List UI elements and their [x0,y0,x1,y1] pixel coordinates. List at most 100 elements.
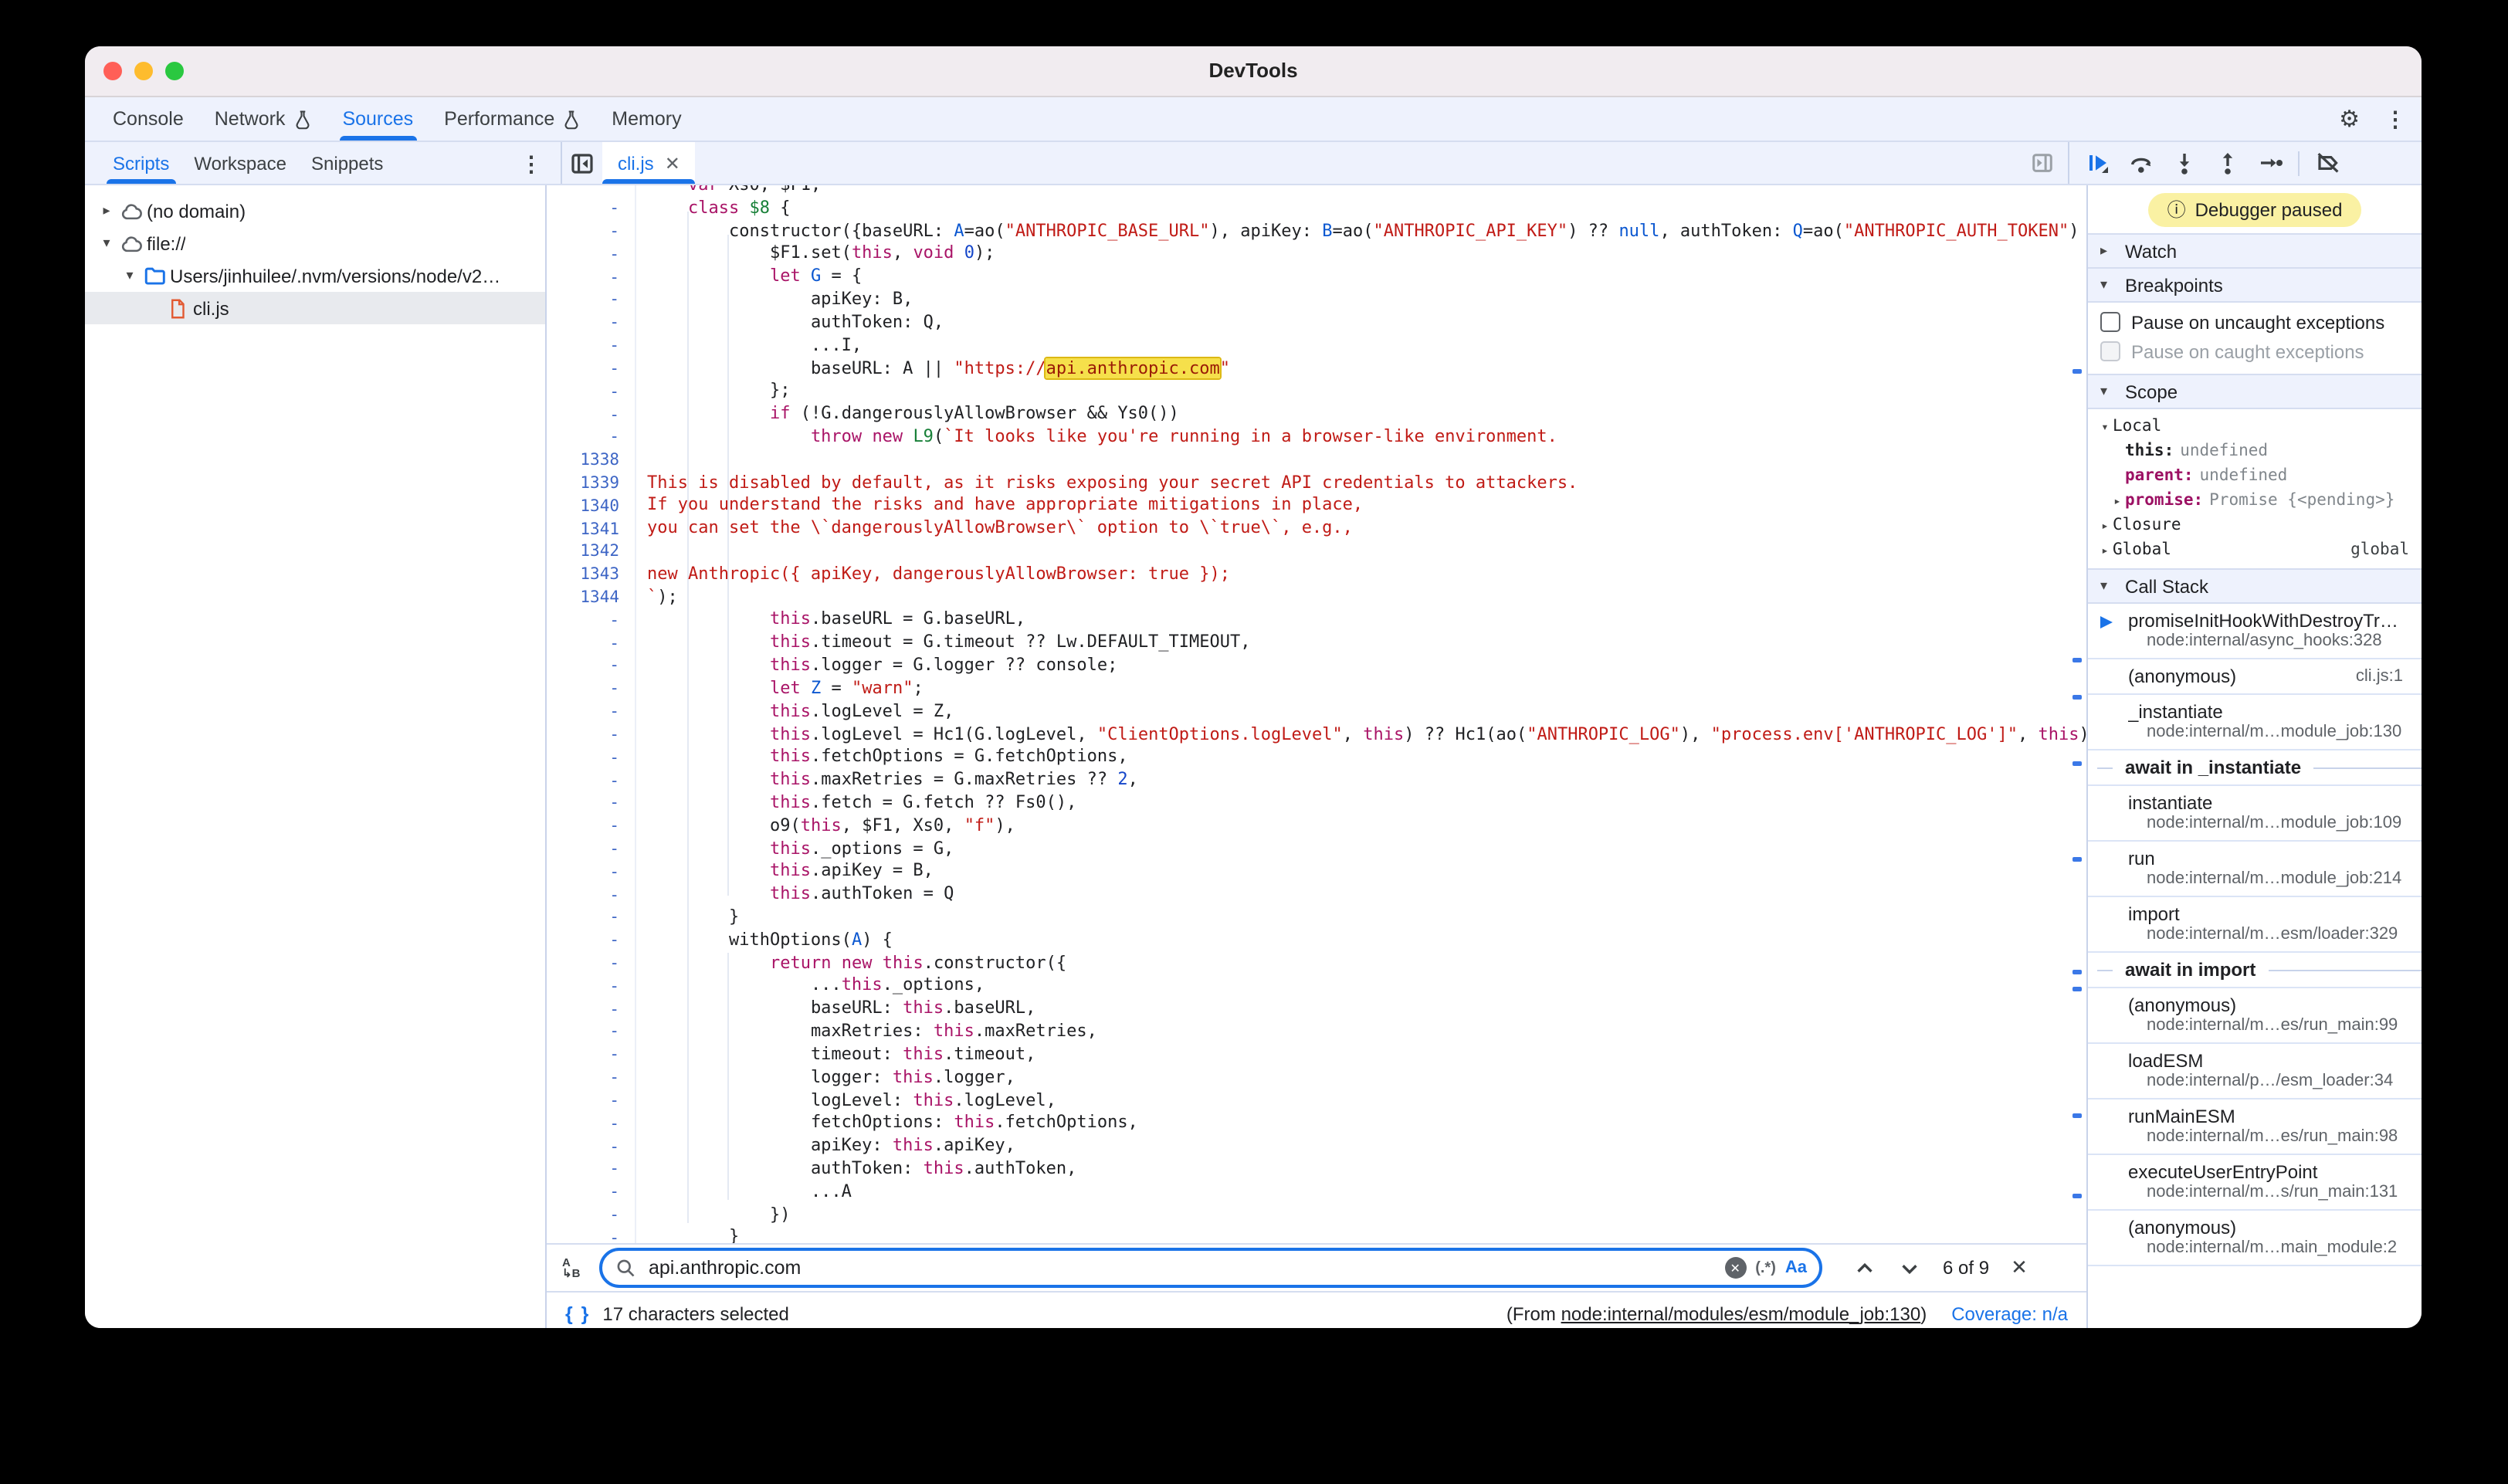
navigator-tab-snippets[interactable]: Snippets [299,142,395,184]
code-line[interactable]: - maxRetries: this.maxRetries, [547,1021,2086,1044]
section-breakpoints[interactable]: ▾ Breakpoints [2088,269,2422,303]
gutter-line-number[interactable]: - [547,861,636,884]
call-stack-frame[interactable]: runnode:internal/m…module_job:214 [2088,842,2422,897]
tree-disclosure-icon[interactable]: ▾ [120,267,139,284]
search-input[interactable] [646,1255,1715,1280]
code-line[interactable]: - this.timeout = G.timeout ?? Lw.DEFAULT… [547,632,2086,656]
code-line[interactable]: - ...A [547,1181,2086,1204]
gutter-line-number[interactable]: - [547,975,636,998]
section-scope[interactable]: ▾ Scope [2088,375,2422,409]
code-line[interactable]: - apiKey: this.apiKey, [547,1135,2086,1158]
gutter-line-number[interactable]: - [547,930,636,953]
code-line[interactable]: - this.baseURL = G.baseURL, [547,609,2086,632]
gutter-line-number[interactable]: - [547,655,636,678]
gutter-line-number[interactable]: - [547,1158,636,1181]
tree-item-file-[interactable]: ▾file:// [85,227,545,259]
main-tab-sources[interactable]: Sources [327,97,429,141]
search-match-marker[interactable] [2072,695,2082,699]
search-match-marker[interactable] [2072,857,2082,861]
gutter-line-number[interactable]: 1343 [547,564,636,587]
navigator-tab-scripts[interactable]: Scripts [100,142,181,184]
code-line[interactable]: - ...this._options, [547,975,2086,998]
tree-item-users-jinhuilee-nvm-versions-node-v2-[interactable]: ▾Users/jinhuilee/.nvm/versions/node/v2… [85,259,545,292]
gutter-line-number[interactable]: - [547,1113,636,1136]
code-line[interactable]: - this._options = G, [547,838,2086,861]
code-line[interactable]: - if (!G.dangerouslyAllowBrowser && Ys0(… [547,403,2086,426]
code-line[interactable]: - return new this.constructor({ [547,952,2086,975]
code-line[interactable]: - $F1.set(this, void 0); [547,243,2086,266]
code-line[interactable]: - this.apiKey = B, [547,861,2086,884]
code-line[interactable]: - fetchOptions: this.fetchOptions, [547,1113,2086,1136]
scope-global[interactable]: ▸Global global [2088,537,2422,562]
gutter-line-number[interactable]: - [547,1204,636,1227]
search-match-marker[interactable] [2072,1194,2082,1198]
main-menu-kebab-icon[interactable]: ⋮ [2384,108,2406,130]
code-line[interactable]: - this.maxRetries = G.maxRetries ?? 2, [547,769,2086,792]
editor-tab-clijs[interactable]: cli.js ✕ [602,142,696,184]
gutter-line-number[interactable]: - [547,998,636,1022]
code-line[interactable]: - this.logLevel = Hc1(G.logLevel, "Clien… [547,723,2086,747]
gutter-line-number[interactable]: - [547,723,636,747]
code-line[interactable]: 1343new Anthropic({ apiKey, dangerouslyA… [547,564,2086,587]
gutter-line-number[interactable]: - [547,906,636,930]
call-stack-frame[interactable]: (anonymous)cli.js:1 [2088,659,2422,695]
clear-search-icon[interactable]: ✕ [1724,1257,1746,1279]
settings-gear-icon[interactable]: ⚙ [2339,107,2360,130]
main-tab-performance[interactable]: Performance [429,97,596,141]
code-line[interactable]: - baseURL: this.baseURL, [547,998,2086,1022]
code-line[interactable]: - } [547,1227,2086,1243]
step-over-button[interactable] [2122,146,2159,180]
code-line[interactable]: 1340If you understand the risks and have… [547,495,2086,518]
call-stack-frame[interactable]: (anonymous)node:internal/m…main_module:2 [2088,1211,2422,1266]
close-find-bar-icon[interactable]: ✕ [2011,1255,2028,1280]
code-line[interactable]: - authToken: this.authToken, [547,1158,2086,1181]
code-line[interactable]: - authToken: Q, [547,312,2086,335]
code-line[interactable]: - withOptions(A) { [547,930,2086,953]
call-stack-frame[interactable]: promiseInitHookWithDestroyTr…node:intern… [2088,604,2422,659]
code-line[interactable]: - this.authToken = Q [547,883,2086,906]
gutter-line-number[interactable]: - [547,1135,636,1158]
gutter-line-number[interactable]: - [547,747,636,770]
pretty-print-icon[interactable]: { } [565,1303,590,1324]
step-button[interactable] [2252,146,2289,180]
gutter-line-number[interactable]: 1340 [547,495,636,518]
code-line[interactable]: 1342 [547,540,2086,564]
main-tab-console[interactable]: Console [97,97,199,141]
source-origin-link[interactable]: node:internal/modules/esm/module_job:130 [1561,1303,1921,1324]
code-line[interactable]: var Xs0, $F1; [547,185,2086,198]
hide-navigator-icon[interactable] [562,142,602,184]
code-line[interactable]: - this.fetchOptions = G.fetchOptions, [547,747,2086,770]
next-match-icon[interactable] [1898,1256,1921,1279]
call-stack-frame[interactable]: loadESMnode:internal/p…/esm_loader:34 [2088,1044,2422,1099]
tree-item-cli-js[interactable]: cli.js [85,292,547,324]
regex-toggle[interactable]: (.*) [1755,1259,1776,1276]
code-line[interactable]: - this.logLevel = Z, [547,700,2086,723]
main-tab-network[interactable]: Network [199,97,327,141]
gutter-line-number[interactable]: - [547,769,636,792]
resume-script-button[interactable] [2079,146,2116,180]
deactivate-breakpoints-button[interactable] [2309,146,2346,180]
code-line[interactable]: 1344`); [547,586,2086,609]
gutter-line-number[interactable]: - [547,1227,636,1243]
gutter-line-number[interactable]: - [547,1089,636,1113]
gutter-line-number[interactable]: - [547,266,636,290]
gutter-line-number[interactable]: 1344 [547,586,636,609]
gutter-line-number[interactable] [547,185,636,198]
search-mode-icon[interactable]: A↳B [562,1257,587,1279]
section-call-stack[interactable]: ▾ Call Stack [2088,570,2422,604]
tree-item--no-domain-[interactable]: ▸(no domain) [85,195,545,227]
gutter-line-number[interactable]: - [547,632,636,656]
call-stack-frame[interactable]: instantiatenode:internal/m…module_job:10… [2088,786,2422,842]
code-line[interactable]: - throw new L9(`It looks like you're run… [547,426,2086,449]
code-line[interactable]: - } [547,906,2086,930]
code-line[interactable]: - constructor({baseURL: A=ao("ANTHROPIC_… [547,220,2086,243]
step-out-button[interactable] [2208,146,2245,180]
search-match-marker[interactable] [2072,970,2082,974]
search-match-marker[interactable] [2072,1113,2082,1117]
code-line[interactable]: - }) [547,1204,2086,1227]
search-match-marker[interactable] [2072,369,2082,373]
code-line[interactable]: 1339This is disabled by default, as it r… [547,472,2086,495]
gutter-line-number[interactable]: - [547,426,636,449]
scope-closure[interactable]: ▸Closure [2088,513,2422,537]
gutter-line-number[interactable]: - [547,1021,636,1044]
